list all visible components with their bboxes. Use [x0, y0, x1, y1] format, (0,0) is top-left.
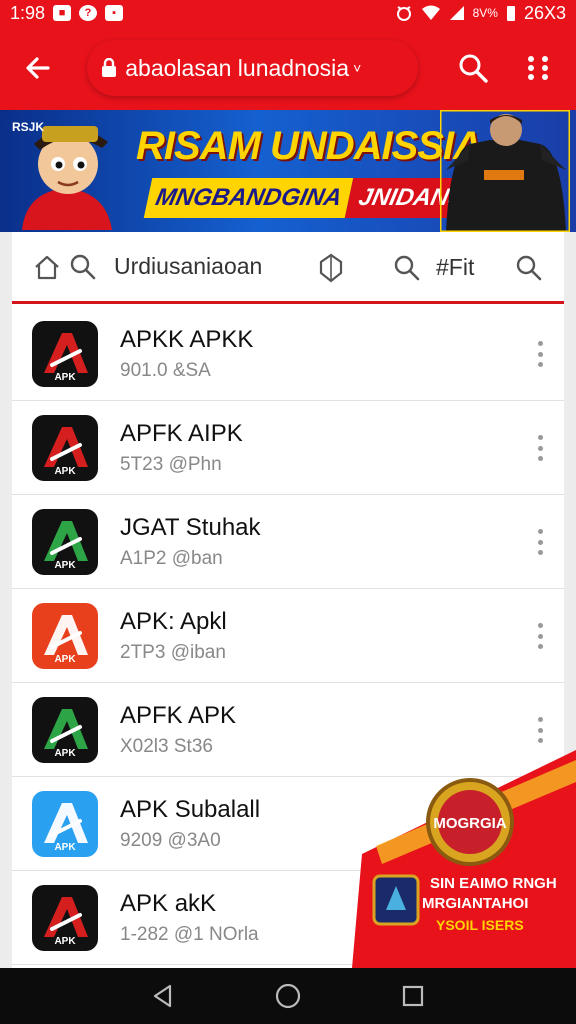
battery-icon	[506, 6, 515, 21]
search-filter-button[interactable]	[392, 253, 422, 283]
more-options-icon[interactable]	[536, 341, 544, 367]
app-icon: APK	[32, 884, 98, 951]
arrow-left-icon	[26, 57, 50, 79]
system-nav-bar	[0, 968, 576, 1024]
app-list-item[interactable]: APK APFK AIPK 5T23 @Phn	[12, 401, 564, 495]
app-list-item[interactable]: APK APK: Apkl 2TP3 @iban	[12, 589, 564, 683]
app-meta: 5T23 @Phn	[120, 453, 222, 475]
nav-back-button[interactable]	[143, 976, 183, 1016]
status-bar: 1:98 ■ ? ▪ 8V% 26X3	[0, 0, 576, 26]
apk-label: APK	[54, 653, 76, 665]
app-meta: 901.0 &SA	[120, 359, 211, 381]
apk-label: APK	[54, 465, 76, 477]
shield-button[interactable]	[316, 253, 346, 283]
app-texts: APFK APK X02l3 St36	[120, 702, 236, 758]
tab-label[interactable]: Urdiusaniaoan	[114, 253, 262, 280]
more-options-icon[interactable]	[536, 529, 544, 555]
apk-label: APK	[54, 841, 76, 853]
app-meta: 2TP3 @iban	[120, 641, 226, 663]
more-options-icon[interactable]	[536, 717, 544, 743]
app-title: APKK APKK	[120, 325, 254, 353]
recents-square-icon	[403, 985, 424, 1007]
wifi-icon	[421, 5, 440, 20]
message-icon: ▪	[105, 5, 124, 21]
search-icon	[459, 54, 488, 83]
search-icon	[516, 255, 542, 281]
app-meta: 9209 @3A0	[120, 829, 221, 851]
chevron-down-icon[interactable]: ˅	[353, 60, 361, 76]
tagline-yellow: MNGBANDGINA	[143, 178, 354, 218]
url-text: abaolasan lunadnosia	[125, 54, 350, 81]
help-icon: ?	[79, 5, 98, 21]
promo-line1: SIN EAIMO RNGH	[430, 875, 557, 892]
promo-sticker[interactable]: MOGRGIA SIN EAIMO RNGH MRGIANTAHOI YSOIL…	[352, 742, 576, 968]
app-list-item[interactable]: APK JGAT Stuhak A1P2 @ban	[12, 495, 564, 589]
player-image	[440, 110, 570, 232]
url-bar[interactable]: abaolasan lunadnosia ˅	[87, 40, 418, 96]
nav-recents-button[interactable]	[393, 976, 433, 1016]
search-icon	[394, 255, 420, 281]
back-triangle-icon	[153, 984, 171, 1008]
signal-icon	[449, 6, 464, 20]
app-meta: A1P2 @ban	[120, 547, 223, 569]
app-title: APK: Apkl	[120, 607, 227, 635]
banner-brand: RSJK	[12, 120, 45, 134]
app-icon: APK	[32, 508, 98, 575]
app-title: APFK AIPK	[120, 419, 243, 447]
app-title: APK akK	[120, 889, 217, 917]
app-title: APFK APK	[120, 701, 237, 729]
app-icon: APK	[32, 320, 98, 387]
notification-icon: ■	[53, 5, 72, 21]
filter-label[interactable]: #Fit	[436, 254, 474, 281]
shield-icon	[319, 253, 343, 283]
grid-dots-icon	[528, 56, 549, 80]
app-texts: APK: Apkl 2TP3 @iban	[120, 608, 227, 664]
nav-home-button[interactable]	[268, 976, 308, 1016]
back-button[interactable]	[18, 48, 57, 88]
promo-line3: YSOIL ISERS	[436, 917, 524, 933]
app-texts: JGAT Stuhak A1P2 @ban	[120, 514, 261, 570]
app-icon: APK	[32, 696, 98, 763]
promo-line2: MRGIANTAHOI	[422, 895, 528, 912]
app-texts: APFK AIPK 5T23 @Phn	[120, 420, 243, 476]
lock-icon	[102, 58, 117, 77]
app-list-item[interactable]: APK APKK APKK 901.0 &SA	[12, 307, 564, 401]
app-bar: abaolasan lunadnosia ˅	[0, 26, 576, 110]
app-texts: APKK APKK 901.0 &SA	[120, 326, 253, 382]
home-circle-icon	[275, 983, 301, 1009]
app-meta: X02l3 St36	[120, 735, 213, 757]
home-icon	[35, 255, 59, 279]
alarm-icon	[396, 6, 411, 21]
promo-banner[interactable]: RSJK RISAM UNDAISSIA MNGBANDGINA JNIDANS…	[0, 110, 576, 232]
app-title: APK Subalall	[120, 795, 261, 823]
apk-label: APK	[54, 371, 76, 383]
app-title: JGAT Stuhak	[120, 513, 261, 541]
menu-button[interactable]	[519, 48, 558, 88]
app-meta: 1-282 @1 NOrla	[120, 923, 259, 945]
search-end-button[interactable]	[514, 253, 544, 283]
network-text: 8V%	[472, 6, 498, 20]
battery-text: 26X3	[523, 2, 566, 23]
banner-headline: RISAM UNDAISSIA	[136, 124, 482, 168]
app-texts: APK Subalall 9209 @3A0	[120, 796, 260, 852]
app-texts: APK akK 1-282 @1 NOrla	[120, 890, 259, 946]
app-icon: APK	[32, 602, 98, 669]
home-button[interactable]	[32, 252, 62, 282]
status-time: 1:98	[10, 2, 46, 23]
tab-bar: Urdiusaniaoan #Fit	[12, 232, 564, 304]
app-icon: APK	[32, 790, 98, 857]
apk-label: APK	[54, 935, 76, 947]
promo-badge: MOGRGIA	[433, 815, 506, 832]
apk-label: APK	[54, 747, 76, 759]
search-icon	[70, 254, 96, 279]
apk-label: APK	[54, 559, 76, 571]
app-icon: APK	[32, 414, 98, 481]
more-options-icon[interactable]	[536, 435, 544, 461]
more-options-icon[interactable]	[536, 623, 544, 649]
search-button[interactable]	[454, 48, 493, 88]
search-tab-button[interactable]	[68, 252, 98, 282]
